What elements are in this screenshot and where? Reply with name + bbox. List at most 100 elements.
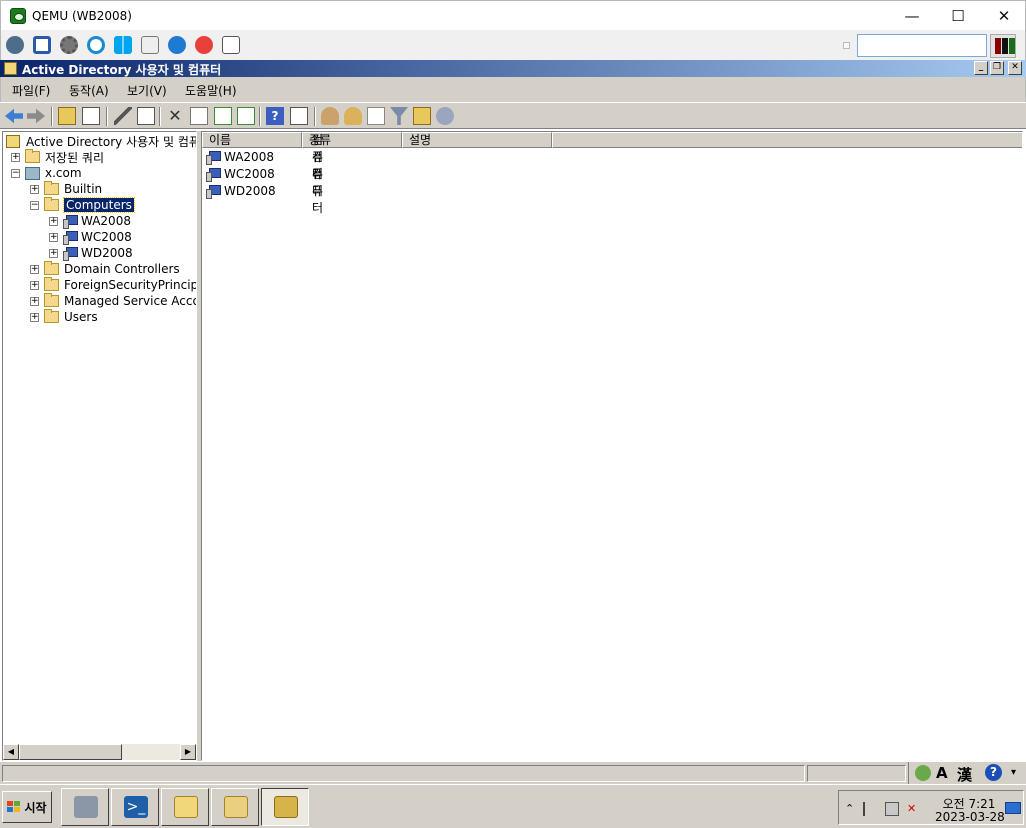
column-header-name[interactable]: 이름 bbox=[202, 132, 302, 148]
expand-icon[interactable]: + bbox=[30, 185, 39, 194]
snapin-icon bbox=[6, 134, 20, 148]
column-header-description[interactable]: 설명 bbox=[402, 132, 552, 148]
windows-icon[interactable] bbox=[114, 36, 132, 54]
forward-icon[interactable] bbox=[27, 108, 45, 124]
taskbar-powershell[interactable]: >_ bbox=[111, 788, 159, 826]
refresh-icon[interactable] bbox=[87, 36, 105, 54]
show-tree-icon[interactable] bbox=[82, 107, 100, 125]
ime-help-icon[interactable]: ? bbox=[985, 764, 1002, 781]
info-icon[interactable] bbox=[168, 36, 186, 54]
close-button[interactable]: ✕ bbox=[981, 1, 1026, 31]
expand-icon[interactable]: + bbox=[30, 313, 39, 322]
expand-icon[interactable]: + bbox=[30, 265, 39, 274]
mdi-close-button[interactable]: ✕ bbox=[1008, 61, 1022, 75]
start-button[interactable]: 시작 bbox=[2, 791, 52, 823]
expand-icon[interactable]: + bbox=[49, 217, 58, 226]
new-group-icon[interactable] bbox=[344, 107, 362, 125]
tree-item-domain-controllers[interactable]: Domain Controllers bbox=[44, 261, 180, 277]
folder-icon bbox=[44, 261, 59, 275]
tree-item-label: Builtin bbox=[64, 182, 103, 196]
scroll-right-icon[interactable]: ▶ bbox=[180, 744, 196, 760]
collapse-icon[interactable]: − bbox=[11, 169, 20, 178]
menu-file[interactable]: 파일(F) bbox=[12, 82, 50, 99]
tree-pane[interactable]: Active Directory 사용자 및 컴퓨터 + 저장된 쿼리 − x.… bbox=[2, 131, 197, 761]
tree-item-fsp[interactable]: ForeignSecurityPrincipals bbox=[44, 277, 196, 293]
tree-item-msa[interactable]: Managed Service Accounts bbox=[44, 293, 196, 309]
taskbar-explorer-2[interactable] bbox=[211, 788, 259, 826]
terminal-icon[interactable] bbox=[141, 36, 159, 54]
delete-icon[interactable]: ✕ bbox=[166, 107, 184, 125]
find-icon[interactable] bbox=[413, 107, 431, 125]
export-list-icon[interactable] bbox=[237, 107, 255, 125]
taskbar-server-manager[interactable] bbox=[61, 788, 109, 826]
new-user-icon[interactable] bbox=[321, 107, 339, 125]
qemu-search-input[interactable] bbox=[857, 34, 987, 57]
language-bar: A 漢 ? ▾ bbox=[908, 762, 1026, 784]
list-item-name: WA2008 bbox=[224, 149, 274, 164]
tree-item-computers[interactable]: Computers bbox=[44, 197, 135, 213]
scroll-left-icon[interactable]: ◀ bbox=[3, 744, 19, 760]
action-center-flag-icon[interactable] bbox=[863, 802, 877, 816]
tree-item-builtin[interactable]: Builtin bbox=[44, 181, 102, 197]
expand-icon[interactable]: + bbox=[30, 297, 39, 306]
cut-icon[interactable] bbox=[114, 107, 132, 125]
stop-icon[interactable] bbox=[195, 36, 213, 54]
help-icon[interactable]: ? bbox=[266, 107, 284, 125]
taskbar-explorer[interactable] bbox=[161, 788, 209, 826]
collapse-icon[interactable]: − bbox=[30, 201, 39, 210]
list-pane[interactable]: 이름 종류 설명 WA2008 컴퓨터 WC2008 컴퓨터 WD2008 컴퓨… bbox=[201, 131, 1023, 761]
add-to-group-icon[interactable] bbox=[436, 107, 454, 125]
volume-muted-icon[interactable]: ✕ bbox=[907, 802, 921, 816]
gear-icon[interactable] bbox=[60, 36, 78, 54]
color-indicator-icon[interactable] bbox=[990, 34, 1016, 58]
new-ou-icon[interactable] bbox=[367, 107, 385, 125]
list-item[interactable]: WC2008 컴퓨터 bbox=[206, 150, 323, 198]
screenshot-icon[interactable] bbox=[222, 36, 240, 54]
minimize-button[interactable]: — bbox=[889, 1, 935, 31]
tree-horizontal-scrollbar[interactable]: ◀ ▶ bbox=[3, 744, 196, 760]
show-hidden-icons-icon[interactable]: ⌃ bbox=[845, 802, 859, 816]
refresh-list-icon[interactable] bbox=[214, 107, 232, 125]
action-pane-icon[interactable] bbox=[290, 107, 308, 125]
ime-mode-hanja[interactable]: 漢 bbox=[957, 764, 972, 785]
paste-icon[interactable] bbox=[137, 107, 155, 125]
tree-item-root[interactable]: Active Directory 사용자 및 컴퓨터 bbox=[6, 133, 196, 149]
list-item[interactable]: WA2008 컴퓨터 bbox=[206, 133, 323, 181]
qemu-checkbox[interactable] bbox=[843, 42, 850, 49]
expand-icon[interactable]: + bbox=[49, 249, 58, 258]
clock-date[interactable]: 2023-03-28 bbox=[935, 810, 1005, 824]
maximize-button[interactable]: ☐ bbox=[935, 1, 981, 31]
tree-item-domain[interactable]: x.com bbox=[25, 165, 82, 181]
expand-icon[interactable]: + bbox=[11, 153, 20, 162]
menu-action[interactable]: 동작(A) bbox=[69, 82, 109, 99]
folder-icon bbox=[44, 277, 59, 291]
tree-item-wa2008[interactable]: WA2008 bbox=[63, 213, 131, 229]
scroll-thumb[interactable] bbox=[19, 744, 122, 760]
ime-icon[interactable] bbox=[915, 765, 931, 781]
back-icon[interactable] bbox=[5, 108, 23, 124]
menu-help[interactable]: 도움말(H) bbox=[185, 82, 237, 99]
tree-item-wc2008[interactable]: WC2008 bbox=[63, 229, 132, 245]
menu-view[interactable]: 보기(V) bbox=[127, 82, 167, 99]
tree-item-saved-queries[interactable]: 저장된 쿼리 bbox=[25, 149, 104, 165]
expand-icon[interactable]: + bbox=[49, 233, 58, 242]
mmc-titlebar: Active Directory 사용자 및 컴퓨터 _ ❐ ✕ bbox=[0, 60, 1026, 77]
expand-icon[interactable]: + bbox=[30, 281, 39, 290]
network-icon[interactable] bbox=[885, 802, 899, 816]
menubar: 파일(F) 동작(A) 보기(V) 도움말(H) bbox=[0, 77, 1026, 102]
tree-item-wd2008[interactable]: WD2008 bbox=[63, 245, 133, 261]
ime-mode-a[interactable]: A bbox=[936, 764, 948, 782]
folder-icon bbox=[44, 309, 59, 323]
properties-icon[interactable] bbox=[190, 107, 208, 125]
up-folder-icon[interactable] bbox=[58, 107, 76, 125]
vm-settings-icon[interactable] bbox=[6, 36, 24, 54]
taskbar-ad-users-computers[interactable] bbox=[261, 788, 309, 826]
mdi-restore-button[interactable]: ❐ bbox=[990, 61, 1004, 75]
show-desktop-icon[interactable] bbox=[1005, 802, 1021, 814]
filter-icon[interactable] bbox=[390, 107, 408, 125]
list-item[interactable]: WD2008 컴퓨터 bbox=[206, 167, 323, 215]
mdi-minimize-button[interactable]: _ bbox=[974, 61, 988, 75]
fullscreen-icon[interactable] bbox=[33, 36, 51, 54]
langbar-options-icon[interactable]: ▾ bbox=[1011, 767, 1016, 778]
tree-item-users[interactable]: Users bbox=[44, 309, 98, 325]
